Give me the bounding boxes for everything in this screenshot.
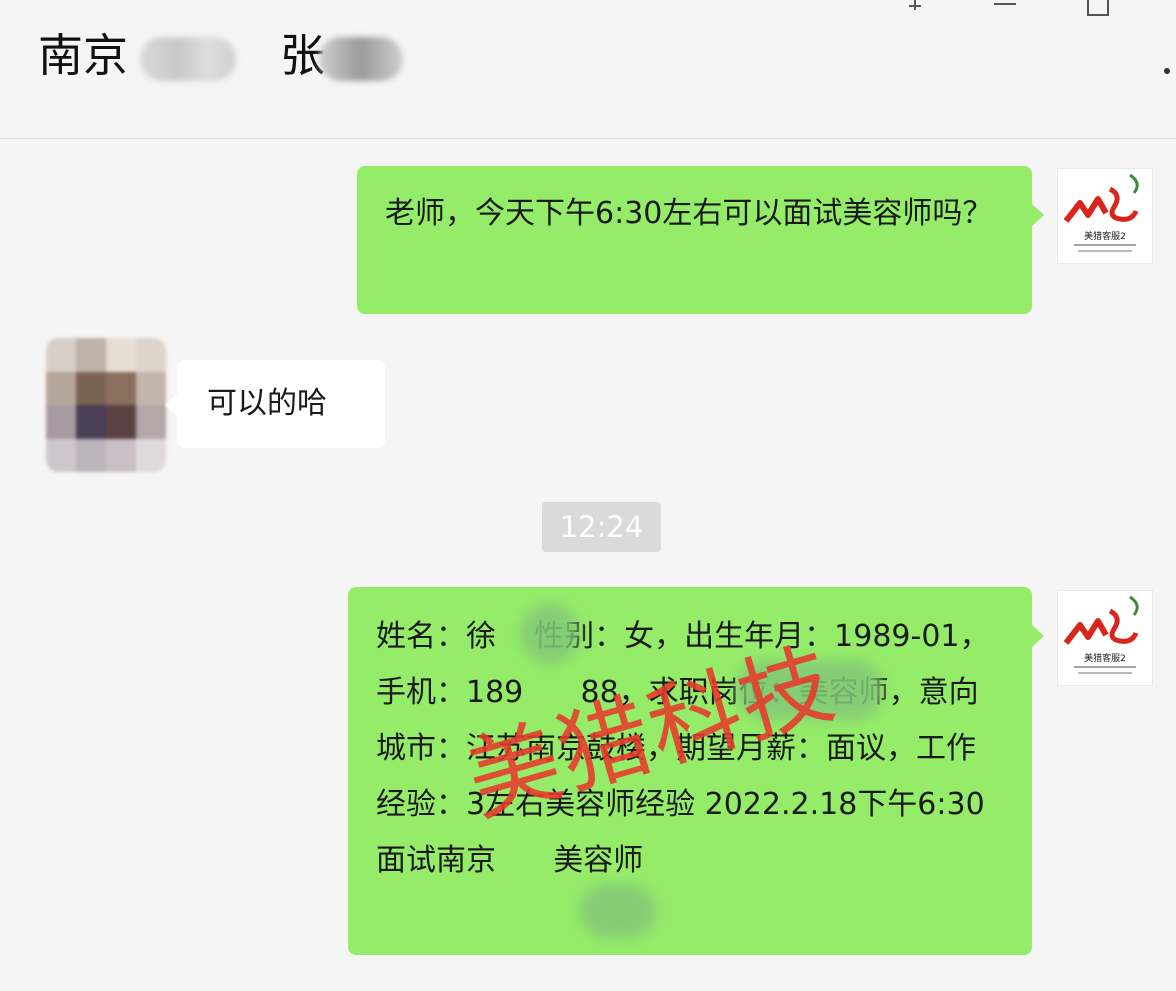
message-bubble-other[interactable]: 可以的哈 xyxy=(165,360,385,448)
bubble-tail xyxy=(165,394,177,416)
blurred-name-segment xyxy=(140,37,237,81)
message-text: 老师，今天下午6:30左右可以面试美容师吗？ xyxy=(385,196,993,231)
privacy-blur xyxy=(580,884,656,938)
svg-text:美猎客服2: 美猎客服2 xyxy=(1084,230,1126,242)
chat-header: 南京张 xyxy=(0,0,1176,139)
message-text: 可以的哈 xyxy=(207,386,327,421)
more-dots-icon[interactable] xyxy=(1164,68,1170,74)
maximize-icon[interactable] xyxy=(1084,0,1114,18)
message-bubble-self[interactable]: 老师，今天下午6:30左右可以面试美容师吗？ xyxy=(357,166,1044,314)
privacy-blur xyxy=(520,604,580,664)
chat-title-part-1: 南京 xyxy=(38,29,129,82)
ml-logo-icon: 美猎客服2 xyxy=(1063,595,1139,674)
chat-title[interactable]: 南京张 xyxy=(38,24,404,88)
avatar-other[interactable] xyxy=(46,338,166,472)
message-timestamp: 12:24 xyxy=(542,502,661,552)
blurred-name-segment xyxy=(319,37,404,81)
ml-logo-icon: 美猎客服2 xyxy=(1063,173,1139,252)
bubble-tail xyxy=(1032,204,1044,226)
svg-text:美猎客服2: 美猎客服2 xyxy=(1084,652,1126,664)
avatar-self[interactable]: 美猎客服2 xyxy=(1057,590,1153,686)
pin-icon[interactable] xyxy=(900,0,930,18)
bubble-tail xyxy=(1032,625,1044,647)
avatar-self[interactable]: 美猎客服2 xyxy=(1057,168,1153,264)
minimize-icon[interactable] xyxy=(990,0,1020,18)
